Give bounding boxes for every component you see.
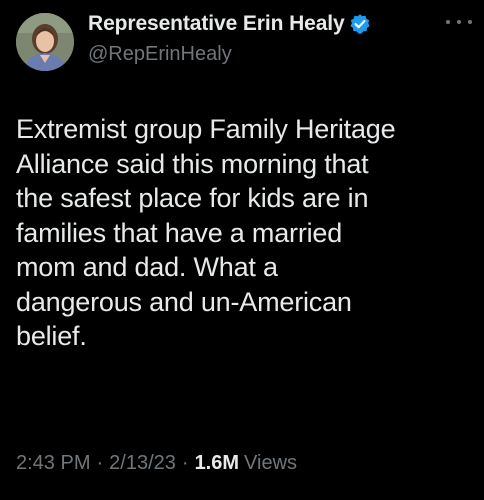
author-handle[interactable]: @RepErinHealy xyxy=(88,43,232,66)
author-display-name[interactable]: Representative Erin Healy xyxy=(88,12,345,36)
tweet-date[interactable]: 2/13/23 xyxy=(109,452,176,475)
tweet-text: Extremist group Family Heritage Alliance… xyxy=(16,114,396,351)
meta-separator: · xyxy=(181,452,189,474)
avatar[interactable] xyxy=(16,13,74,71)
verified-badge-icon xyxy=(349,13,371,35)
tweet-meta: 2:43 PM · 2/13/23 · 1.6M Views xyxy=(16,452,297,475)
meta-separator: · xyxy=(96,452,104,474)
more-horizontal-icon[interactable] xyxy=(446,12,472,32)
tweet-card: Representative Erin Healy @RepErinHealy … xyxy=(0,0,484,500)
views-label: Views xyxy=(244,452,298,474)
avatar-photo xyxy=(16,13,74,71)
author-name-row[interactable]: Representative Erin Healy xyxy=(88,10,371,38)
views-count: 1.6M xyxy=(194,452,240,474)
tweet-time[interactable]: 2:43 PM xyxy=(16,452,90,475)
